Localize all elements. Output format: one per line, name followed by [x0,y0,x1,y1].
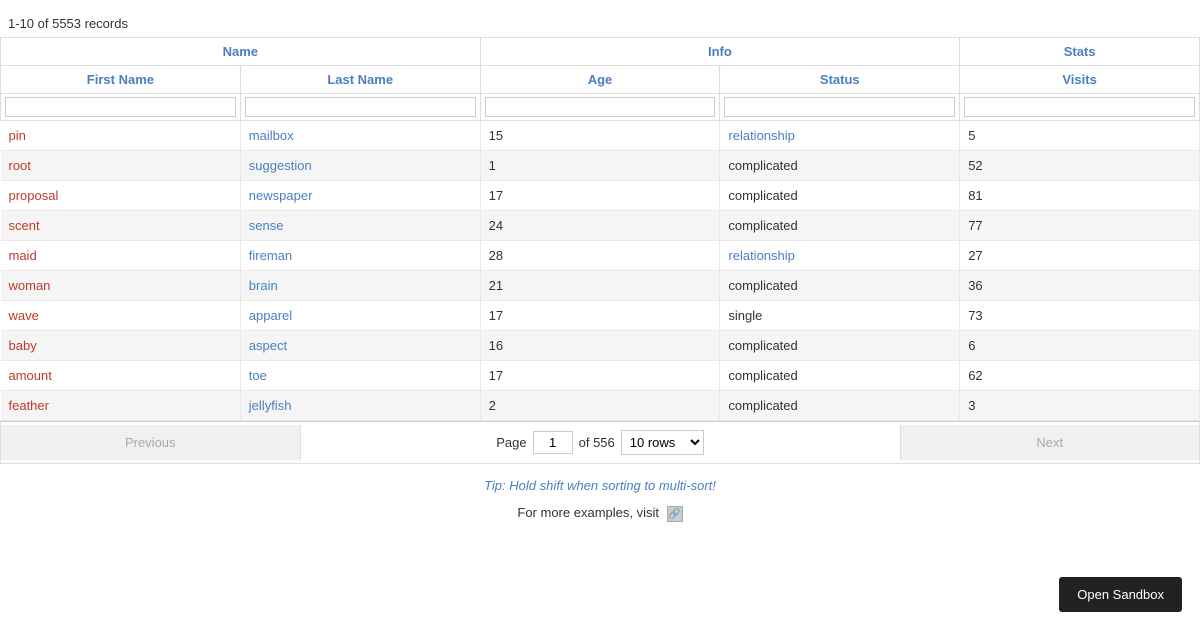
cell-age: 2 [480,391,720,421]
col-firstname: First Name [1,66,241,94]
visit-text: For more examples, visit 🔗 [0,499,1200,542]
filter-status-input[interactable] [724,97,955,117]
cell-age: 28 [480,241,720,271]
filter-lastname-input[interactable] [245,97,476,117]
cell-status: complicated [720,211,960,241]
pagination-row: Previous Page of 556 10 rows 25 rows 50 … [0,421,1200,464]
cell-visits: 27 [960,241,1200,271]
col-visits: Visits [960,66,1200,94]
cell-lastname: toe [240,361,480,391]
page-wrapper: 1-10 of 5553 records Name Info Stats Fir… [0,0,1200,552]
cell-visits: 73 [960,301,1200,331]
col-status: Status [720,66,960,94]
previous-button[interactable]: Previous [1,425,301,460]
cell-status: relationship [720,241,960,271]
cell-age: 1 [480,151,720,181]
cell-status: complicated [720,271,960,301]
cell-lastname: newspaper [240,181,480,211]
cell-visits: 36 [960,271,1200,301]
table-row: proposal newspaper 17 complicated 81 [1,181,1200,211]
records-count: 1-10 of 5553 records [0,10,1200,37]
open-sandbox-button[interactable]: Open Sandbox [1059,577,1182,612]
filter-age-cell [480,94,720,121]
filter-firstname-input[interactable] [5,97,236,117]
rows-per-page-select[interactable]: 10 rows 25 rows 50 rows 100 rows [621,430,704,455]
sub-header-row: First Name Last Name Age Status Visits [1,66,1200,94]
cell-status: complicated [720,391,960,421]
table-row: woman brain 21 complicated 36 [1,271,1200,301]
table-row: baby aspect 16 complicated 6 [1,331,1200,361]
filter-row [1,94,1200,121]
data-table: Name Info Stats First Name Last Name Age… [0,37,1200,421]
pagination-center: Page of 556 10 rows 25 rows 50 rows 100 … [301,422,900,463]
table-row: feather jellyfish 2 complicated 3 [1,391,1200,421]
cell-firstname: wave [1,301,241,331]
cell-firstname: maid [1,241,241,271]
cell-firstname: woman [1,271,241,301]
tip-text: Tip: Hold shift when sorting to multi-so… [0,464,1200,499]
cell-age: 17 [480,361,720,391]
cell-visits: 6 [960,331,1200,361]
cell-lastname: sense [240,211,480,241]
cell-firstname: pin [1,121,241,151]
cell-status: complicated [720,331,960,361]
cell-firstname: scent [1,211,241,241]
cell-status: relationship [720,121,960,151]
cell-visits: 62 [960,361,1200,391]
table-row: root suggestion 1 complicated 52 [1,151,1200,181]
cell-lastname: suggestion [240,151,480,181]
table-row: pin mailbox 15 relationship 5 [1,121,1200,151]
cell-age: 21 [480,271,720,301]
cell-status: complicated [720,181,960,211]
visit-icon: 🔗 [667,506,683,522]
group-info: Info [480,38,960,66]
cell-lastname: fireman [240,241,480,271]
table-row: maid fireman 28 relationship 27 [1,241,1200,271]
cell-lastname: aspect [240,331,480,361]
cell-status: complicated [720,361,960,391]
page-label: Page [496,435,526,450]
table-row: scent sense 24 complicated 77 [1,211,1200,241]
filter-firstname-cell [1,94,241,121]
filter-lastname-cell [240,94,480,121]
cell-lastname: apparel [240,301,480,331]
cell-lastname: mailbox [240,121,480,151]
cell-firstname: baby [1,331,241,361]
filter-visits-cell [960,94,1200,121]
filter-visits-input[interactable] [964,97,1195,117]
cell-status: complicated [720,151,960,181]
table-row: amount toe 17 complicated 62 [1,361,1200,391]
col-lastname: Last Name [240,66,480,94]
cell-age: 17 [480,301,720,331]
next-button[interactable]: Next [900,425,1200,460]
cell-firstname: proposal [1,181,241,211]
cell-age: 15 [480,121,720,151]
cell-visits: 3 [960,391,1200,421]
col-age: Age [480,66,720,94]
cell-status: single [720,301,960,331]
cell-firstname: amount [1,361,241,391]
page-input[interactable] [533,431,573,454]
cell-firstname: root [1,151,241,181]
filter-status-cell [720,94,960,121]
group-name: Name [1,38,481,66]
visit-text-label: For more examples, visit [517,505,659,520]
group-header-row: Name Info Stats [1,38,1200,66]
cell-age: 16 [480,331,720,361]
cell-age: 24 [480,211,720,241]
group-stats: Stats [960,38,1200,66]
cell-lastname: jellyfish [240,391,480,421]
filter-age-input[interactable] [485,97,716,117]
cell-lastname: brain [240,271,480,301]
cell-visits: 81 [960,181,1200,211]
cell-visits: 52 [960,151,1200,181]
of-label: of 556 [579,435,615,450]
table-row: wave apparel 17 single 73 [1,301,1200,331]
cell-age: 17 [480,181,720,211]
cell-firstname: feather [1,391,241,421]
cell-visits: 5 [960,121,1200,151]
cell-visits: 77 [960,211,1200,241]
table-body: pin mailbox 15 relationship 5 root sugge… [1,121,1200,421]
